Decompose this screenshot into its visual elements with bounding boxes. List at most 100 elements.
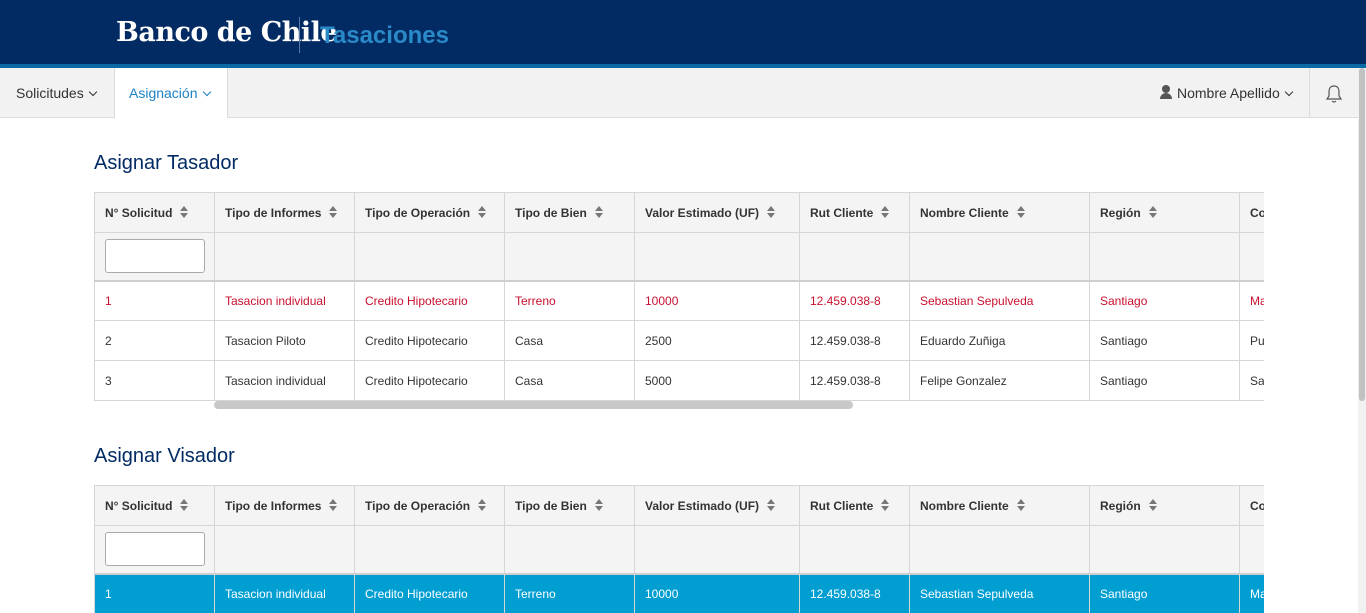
cell: Terreno [504, 573, 635, 613]
cell: 1 [94, 280, 215, 321]
column-header-tipo-informes[interactable]: Tipo de Informes [214, 192, 355, 233]
cell: 5000 [634, 360, 800, 401]
sort-icon[interactable] [1016, 206, 1026, 218]
sort-icon[interactable] [180, 499, 189, 511]
chevron-down-icon [202, 87, 211, 97]
cell: Tasacion individual [214, 280, 355, 321]
column-header-valor-estimado[interactable]: Valor Estimado (UF) [634, 192, 800, 233]
user-menu[interactable]: Nombre Apellido [1159, 68, 1293, 118]
filter-cell [909, 232, 1090, 282]
column-header-n-solicitud[interactable]: N° Solicitud [94, 192, 215, 233]
nav-solicitudes[interactable]: Solicitudes [0, 68, 112, 118]
filter-cell [1089, 232, 1240, 282]
column-header-label: Tipo de Bien [515, 499, 587, 513]
column-header-label: Rut Cliente [810, 499, 874, 513]
column-header-label: N° Solicitud [105, 206, 173, 220]
cell: 12.459.038-8 [799, 280, 910, 321]
sort-icon[interactable] [881, 206, 890, 218]
bank-logo[interactable]: Banco de Chile [116, 17, 338, 48]
cell: 12.459.038-8 [799, 360, 910, 401]
table-row[interactable]: 3 Tasacion individual Credito Hipotecari… [94, 360, 1264, 401]
tasador-table: N° Solicitud Tipo de Informes Tipo de Op… [94, 192, 1264, 401]
column-header-tipo-bien[interactable]: Tipo de Bien [504, 485, 635, 526]
cell: Sa [1239, 360, 1264, 401]
table-row[interactable]: 1 Tasacion individual Credito Hipotecari… [94, 280, 1264, 321]
cell: Tasacion Piloto [214, 320, 355, 361]
page-scrollbar-thumb[interactable] [1359, 68, 1365, 401]
column-header-tipo-bien[interactable]: Tipo de Bien [504, 192, 635, 233]
notifications-button[interactable] [1309, 68, 1358, 118]
filter-cell [799, 232, 910, 282]
column-header-nombre-cliente[interactable]: Nombre Cliente [909, 485, 1090, 526]
cell: Santiago [1089, 573, 1240, 613]
column-header-label: Tipo de Bien [515, 206, 587, 220]
filter-cell [94, 525, 215, 575]
sort-icon[interactable] [881, 499, 890, 511]
nav-solicitudes-label: Solicitudes [16, 85, 84, 101]
column-header-region[interactable]: Región [1089, 192, 1240, 233]
column-header-label: Región [1100, 206, 1141, 220]
page-scrollbar[interactable] [1358, 68, 1366, 613]
column-header-region[interactable]: Región [1089, 485, 1240, 526]
column-header-rut-cliente[interactable]: Rut Cliente [799, 192, 910, 233]
filter-cell [799, 525, 910, 575]
cell: Sebastian Sepulveda [909, 573, 1090, 613]
nav-asignacion[interactable]: Asignación [114, 68, 228, 118]
nav-asignacion-label: Asignación [129, 85, 198, 101]
column-header-valor-estimado[interactable]: Valor Estimado (UF) [634, 485, 800, 526]
column-header-n-solicitud[interactable]: N° Solicitud [94, 485, 215, 526]
cell: Felipe Gonzalez [909, 360, 1090, 401]
filter-cell [634, 525, 800, 575]
cell: 2 [94, 320, 215, 361]
filter-cell [1089, 525, 1240, 575]
cell: Pu [1239, 320, 1264, 361]
column-header-comuna[interactable]: Co [1239, 485, 1264, 526]
column-header-tipo-informes[interactable]: Tipo de Informes [214, 485, 355, 526]
filter-cell [1239, 232, 1264, 282]
sort-icon[interactable] [1016, 499, 1026, 511]
column-header-label: Co [1250, 498, 1264, 513]
filter-cell [504, 232, 635, 282]
column-header-tipo-operacion[interactable]: Tipo de Operación [354, 192, 505, 233]
sort-icon[interactable] [478, 206, 487, 218]
table-horizontal-scrollbar[interactable] [214, 401, 853, 409]
sort-icon[interactable] [767, 499, 776, 511]
sort-icon[interactable] [767, 206, 776, 218]
filter-cell [214, 232, 355, 282]
filter-n-solicitud-input[interactable] [105, 532, 205, 567]
sort-icon[interactable] [1148, 206, 1158, 218]
cell: Tasacion individual [214, 573, 355, 613]
table-row-selected[interactable]: 1 Tasacion individual Credito Hipotecari… [94, 573, 1264, 613]
column-header-label: Valor Estimado (UF) [645, 499, 760, 513]
cell: Credito Hipotecario [354, 573, 505, 613]
column-header-rut-cliente[interactable]: Rut Cliente [799, 485, 910, 526]
user-icon [1159, 85, 1173, 99]
column-header-label: Tipo de Informes [225, 206, 322, 220]
sort-icon[interactable] [329, 499, 338, 511]
cell: Sebastian Sepulveda [909, 280, 1090, 321]
user-name: Nombre Apellido [1177, 85, 1280, 101]
filter-cell [94, 232, 215, 282]
sort-icon[interactable] [1148, 499, 1158, 511]
bell-icon [1325, 85, 1343, 103]
logo-divider [299, 17, 300, 53]
cell: 10000 [634, 280, 800, 321]
sort-icon[interactable] [478, 499, 487, 511]
chevron-down-icon [1284, 87, 1293, 97]
column-header-label: Nombre Cliente [920, 206, 1009, 220]
cell: Casa [504, 320, 635, 361]
table-row[interactable]: 2 Tasacion Piloto Credito Hipotecario Ca… [94, 320, 1264, 361]
sort-icon[interactable] [594, 206, 604, 218]
sort-icon[interactable] [594, 499, 604, 511]
column-header-nombre-cliente[interactable]: Nombre Cliente [909, 192, 1090, 233]
cell: Ma [1239, 280, 1264, 321]
cell: 12.459.038-8 [799, 573, 910, 613]
column-header-comuna[interactable]: Co [1239, 192, 1264, 233]
column-header-label: Región [1100, 499, 1141, 513]
column-header-tipo-operacion[interactable]: Tipo de Operación [354, 485, 505, 526]
sort-icon[interactable] [329, 206, 338, 218]
filter-row [94, 232, 1264, 282]
filter-n-solicitud-input[interactable] [105, 239, 205, 274]
sort-icon[interactable] [180, 206, 189, 218]
section-title-asignar-tasador: Asignar Tasador [94, 152, 239, 174]
